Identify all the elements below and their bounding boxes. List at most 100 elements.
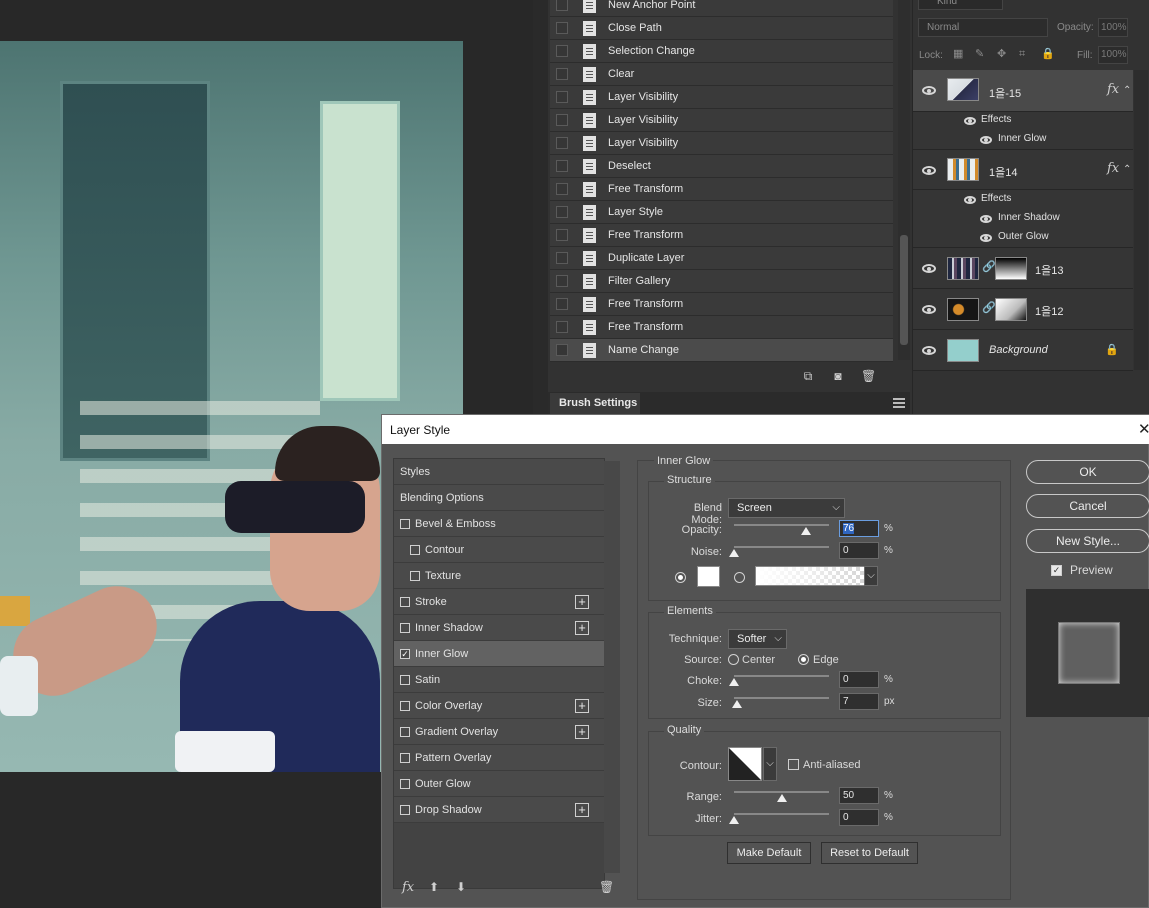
move-effect-down-icon[interactable]: ⬇ [456,880,466,894]
size-slider-track[interactable] [734,697,829,699]
layer-row[interactable]: 1을14 fx ⌃ [913,150,1133,190]
layer-row[interactable]: Background 🔒 [913,330,1133,371]
history-item[interactable]: Selection Change [550,40,893,63]
history-snapshot-checkbox[interactable] [556,22,568,34]
collapse-effects-icon[interactable]: ⌃ [1123,164,1131,175]
close-icon[interactable]: ✕ [1138,420,1149,438]
eye-icon[interactable] [980,136,992,144]
style-list-item[interactable]: Outer Glow [394,771,604,797]
jitter-slider-thumb[interactable] [729,816,739,824]
choke-input[interactable]: 0 [839,671,879,688]
history-snapshot-checkbox[interactable] [556,45,568,57]
add-style-instance-icon[interactable]: + [575,725,589,739]
source-center-radio[interactable] [728,654,739,665]
history-snapshot-checkbox[interactable] [556,183,568,195]
eye-icon[interactable] [980,234,992,242]
style-list-item[interactable]: Gradient Overlay + [394,719,604,745]
history-item[interactable]: Layer Visibility [550,109,893,132]
history-item[interactable]: Duplicate Layer [550,247,893,270]
history-scrollbar-thumb[interactable] [900,235,908,345]
layer-row[interactable]: 🔗 1을13 [913,248,1133,289]
layer-name[interactable]: 1을12 [1035,303,1063,319]
technique-select[interactable]: Softer ⌵ [728,629,787,649]
style-list-item[interactable]: ✓ Inner Glow [394,641,604,667]
lock-image-pixels-icon[interactable]: ✎ [975,48,987,60]
style-checkbox[interactable] [400,518,410,529]
source-edge-label[interactable]: Edge [813,654,839,666]
layer-name[interactable]: 1을14 [989,164,1017,180]
eye-icon[interactable] [922,166,936,175]
style-checkbox[interactable] [400,596,410,607]
history-item[interactable]: Free Transform [550,293,893,316]
layer-name[interactable]: 1을-15 [989,85,1021,101]
history-snapshot-checkbox[interactable] [556,206,568,218]
layer-blend-mode-select[interactable]: Normal [918,18,1048,37]
lock-position-icon[interactable]: ✥ [997,48,1009,60]
history-item[interactable]: New Anchor Point [550,0,893,17]
lock-all-icon[interactable]: 🔒 [1041,48,1055,60]
lock-transparent-pixels-icon[interactable]: ▦ [953,48,965,60]
layer-mask-thumbnail[interactable] [995,298,1027,321]
chevron-down-icon[interactable]: ⌵ [864,566,878,586]
history-snapshot-checkbox[interactable] [556,91,568,103]
mask-link-icon[interactable]: 🔗 [982,301,996,314]
style-checkbox[interactable] [400,804,410,815]
panel-menu-icon[interactable] [893,398,905,408]
trash-icon[interactable]: 🗑 [599,880,614,894]
anti-aliased-label[interactable]: Anti-aliased [803,759,860,771]
style-list-item[interactable]: Pattern Overlay [394,745,604,771]
source-edge-radio[interactable] [798,654,809,665]
contour-preview[interactable] [728,747,762,781]
style-checkbox[interactable] [400,674,410,685]
add-style-instance-icon[interactable]: + [575,621,589,635]
solid-color-radio[interactable] [675,572,686,583]
style-list-item[interactable]: Bevel & Emboss [394,511,604,537]
layer-opacity-field[interactable]: 100% [1098,18,1128,37]
layer-name[interactable]: Background [989,344,1048,356]
trash-icon[interactable]: 🗑 [861,370,876,382]
jitter-slider-track[interactable] [734,813,829,815]
style-checkbox[interactable]: ✓ [400,648,410,659]
style-checkbox[interactable] [410,544,420,555]
eye-icon[interactable] [922,86,936,95]
add-effect-fx-icon[interactable]: fx [402,880,414,895]
style-checkbox[interactable] [400,700,410,711]
glow-gradient-swatch[interactable] [755,566,877,586]
history-snapshot-checkbox[interactable] [556,114,568,126]
choke-slider-track[interactable] [734,675,829,677]
reset-to-default-button[interactable]: Reset to Default [821,842,918,864]
history-snapshot-checkbox[interactable] [556,160,568,172]
eye-icon[interactable] [922,305,936,314]
fx-icon[interactable]: fx [1107,161,1119,176]
size-input[interactable]: 7 [839,693,879,710]
opacity-slider-track[interactable] [734,524,829,526]
lock-artboard-icon[interactable]: ⌗ [1019,48,1031,60]
preview-label[interactable]: Preview [1070,563,1113,577]
range-slider-thumb[interactable] [776,794,787,802]
style-list-item[interactable]: Inner Shadow + [394,615,604,641]
collapse-effects-icon[interactable]: ⌃ [1123,85,1131,96]
style-checkbox[interactable] [400,622,410,633]
add-style-instance-icon[interactable]: + [575,803,589,817]
ok-button[interactable]: OK [1026,460,1149,484]
range-input[interactable]: 50 [839,787,879,804]
eye-icon[interactable] [922,264,936,273]
history-item[interactable]: Name Change [550,339,893,362]
opacity-input[interactable]: 76 [839,520,879,537]
gradient-radio[interactable] [734,572,745,583]
layers-scrollbar[interactable] [1134,70,1148,370]
add-style-instance-icon[interactable]: + [575,595,589,609]
style-list-item[interactable]: Color Overlay + [394,693,604,719]
history-snapshot-checkbox[interactable] [556,137,568,149]
style-checkbox[interactable] [400,726,410,737]
effect-name[interactable]: Outer Glow [998,231,1049,242]
layer-row[interactable]: 1을-15 fx ⌃ [913,70,1133,112]
style-list-item[interactable]: Texture [394,563,604,589]
camera-icon[interactable]: ◙ [831,370,845,382]
style-checkbox[interactable] [410,570,420,581]
choke-slider-thumb[interactable] [729,678,739,686]
history-item[interactable]: Clear [550,63,893,86]
effect-name[interactable]: Inner Shadow [998,212,1060,223]
new-style-button[interactable]: New Style... [1026,529,1149,553]
eye-icon[interactable] [922,346,936,355]
